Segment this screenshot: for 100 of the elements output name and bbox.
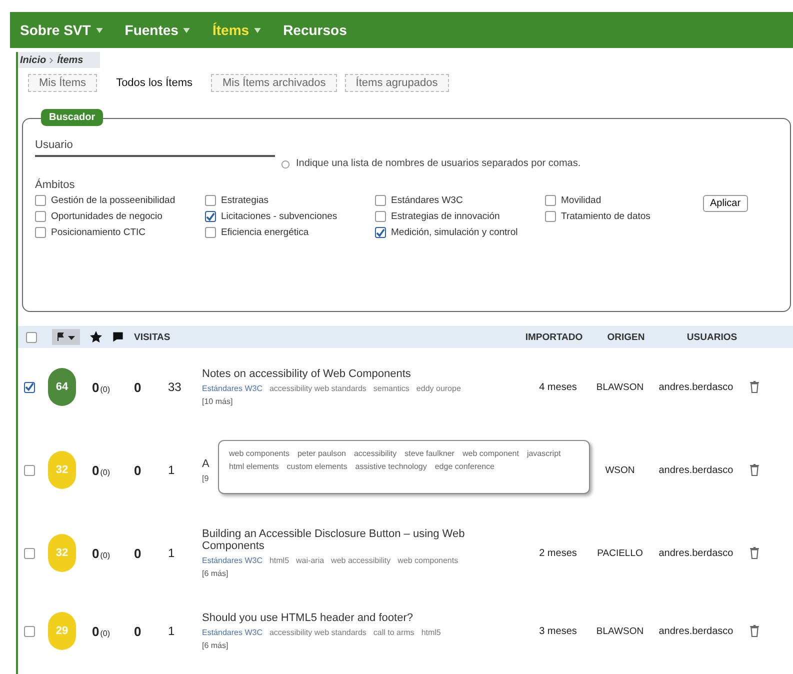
tag-link[interactable]: accessibility web standards (269, 628, 366, 637)
tag-link[interactable]: call to arms (373, 628, 414, 637)
imported-age: 2 meses (539, 548, 577, 558)
tag-link[interactable]: web component (462, 449, 519, 458)
trash-icon[interactable] (748, 380, 760, 394)
votes-count: 0 (92, 380, 100, 394)
votes-subcount: (0) (100, 550, 110, 560)
checkbox-label: Estándares W3C (391, 195, 463, 206)
user-name: andres.berdasco (658, 382, 734, 392)
item-title[interactable]: Building an Accessible Disclosure Button – using Web Components (202, 528, 527, 552)
tag-link[interactable]: edge conference (434, 462, 494, 471)
column-header: ORIGEN (606, 332, 646, 342)
user-name: andres.berdasco (658, 464, 734, 476)
checkbox[interactable] (375, 227, 386, 238)
checkbox[interactable] (35, 195, 46, 206)
votes-subcount: (0) (100, 628, 110, 638)
nav-link[interactable]: Recursos (283, 22, 347, 38)
votes-count: 0 (92, 624, 100, 638)
field-label: Usuario (35, 139, 74, 151)
score-badge: 32 (48, 534, 76, 572)
tag-link[interactable]: custom elements (286, 462, 348, 471)
chevron-icon (49, 56, 54, 64)
breadcrumb-link[interactable]: Ítems (57, 54, 84, 66)
trash-icon[interactable] (748, 624, 760, 638)
item-title[interactable]: Should you use HTML5 header and footer? (202, 612, 527, 624)
tag-link[interactable]: Estándares W3C (202, 384, 262, 393)
checkbox-label: Eficiencia energética (221, 227, 309, 238)
visits-count: 1 (168, 624, 175, 638)
column-header: VISITAS (134, 332, 170, 342)
more-tags-link[interactable]: [6 más] (202, 641, 527, 650)
checkbox-label: Gestión de la posseenibilidad (51, 195, 176, 206)
tag-link[interactable]: wai-aria (296, 556, 324, 565)
more-tags-link[interactable]: [10 más] (202, 397, 527, 406)
checkbox-label: Licitaciones - subvenciones (221, 211, 338, 222)
tag-link[interactable]: accessibility web standards (269, 384, 366, 393)
nav-link[interactable]: Sobre SVT (20, 22, 103, 38)
tag-link[interactable]: web components (229, 449, 290, 458)
tag-link[interactable]: web accessibility (331, 556, 391, 565)
tag-link[interactable]: html elements (229, 462, 279, 471)
checkbox-label: Movilidad (561, 195, 602, 206)
tab[interactable]: Ítems agrupados (344, 74, 449, 92)
checkbox[interactable] (205, 195, 216, 206)
sort-button[interactable] (52, 329, 80, 345)
tag-link[interactable]: javascript (526, 449, 561, 458)
checkbox-label: Posicionamiento CTIC (51, 227, 146, 238)
checkbox-label: Estrategias de innovación (391, 211, 500, 222)
row-checkbox[interactable] (24, 548, 34, 558)
field-hint: Indique una lista de nombres de usuarios separados por comas. (296, 158, 581, 169)
nav-link[interactable]: Ítems (212, 22, 262, 38)
checkbox[interactable] (35, 211, 46, 222)
tag-link[interactable]: peter paulson (297, 449, 346, 458)
score-badge: 32 (48, 451, 76, 489)
visits-count: 1 (168, 546, 175, 560)
origin-source: WSON (605, 464, 635, 476)
field-label: Ámbitos (35, 179, 76, 191)
row-checkbox[interactable] (24, 626, 34, 636)
trash-icon[interactable] (748, 463, 760, 477)
checkbox[interactable] (26, 332, 36, 342)
breadcrumb-link[interactable]: Inicio (20, 54, 46, 66)
score-badge: 29 (48, 612, 76, 650)
checkbox[interactable] (375, 211, 386, 222)
origin-source: BLAWSON (596, 382, 644, 392)
checkbox[interactable] (375, 195, 386, 206)
tag-link[interactable]: Estándares W3C (202, 556, 262, 565)
comments-count: 0 (134, 624, 142, 638)
row-checkbox[interactable] (24, 464, 34, 476)
trash-icon[interactable] (748, 546, 760, 560)
tag-link[interactable]: steve faulkner (404, 449, 454, 458)
visits-count: 33 (168, 380, 182, 394)
tag-link[interactable]: web components (398, 556, 458, 565)
row-checkbox[interactable] (24, 382, 34, 392)
checkbox[interactable] (545, 211, 556, 222)
tab[interactable]: Mis Ítems (28, 74, 98, 92)
tag-link[interactable]: semantics (373, 384, 410, 393)
checkbox-label: Medición, simulación y control (391, 227, 518, 238)
item-title[interactable]: Notes on accessibility of Web Components (202, 368, 527, 380)
tag-link[interactable]: accessibility (354, 449, 397, 458)
tab[interactable]: Mis Ítems archivados (211, 74, 337, 92)
checkbox[interactable] (545, 195, 556, 206)
visits-count: 1 (168, 463, 175, 477)
tag-link[interactable]: eddy ourope (416, 384, 461, 393)
votes-count: 0 (92, 462, 100, 478)
tag-link[interactable]: html5 (269, 556, 290, 565)
more-tags-link[interactable]: [6 más] (202, 569, 527, 578)
tag-link[interactable]: assistive technology (355, 462, 427, 471)
comments-count: 0 (134, 546, 142, 560)
imported-age: 3 meses (539, 626, 577, 636)
imported-age: 4 meses (539, 382, 577, 392)
checkbox[interactable] (205, 211, 216, 222)
checkbox[interactable] (205, 227, 216, 238)
comments-count: 0 (134, 462, 142, 478)
tag-link[interactable]: html5 (421, 628, 441, 637)
help-icon (281, 160, 290, 169)
star-icon (90, 331, 102, 343)
tag-link[interactable]: Estándares W3C (202, 628, 262, 637)
apply-button[interactable]: Aplicar (703, 195, 748, 212)
votes-subcount: (0) (100, 468, 110, 476)
checkbox[interactable] (35, 227, 46, 238)
nav-link[interactable]: Fuentes (124, 22, 190, 38)
user-name: andres.berdasco (658, 548, 734, 558)
